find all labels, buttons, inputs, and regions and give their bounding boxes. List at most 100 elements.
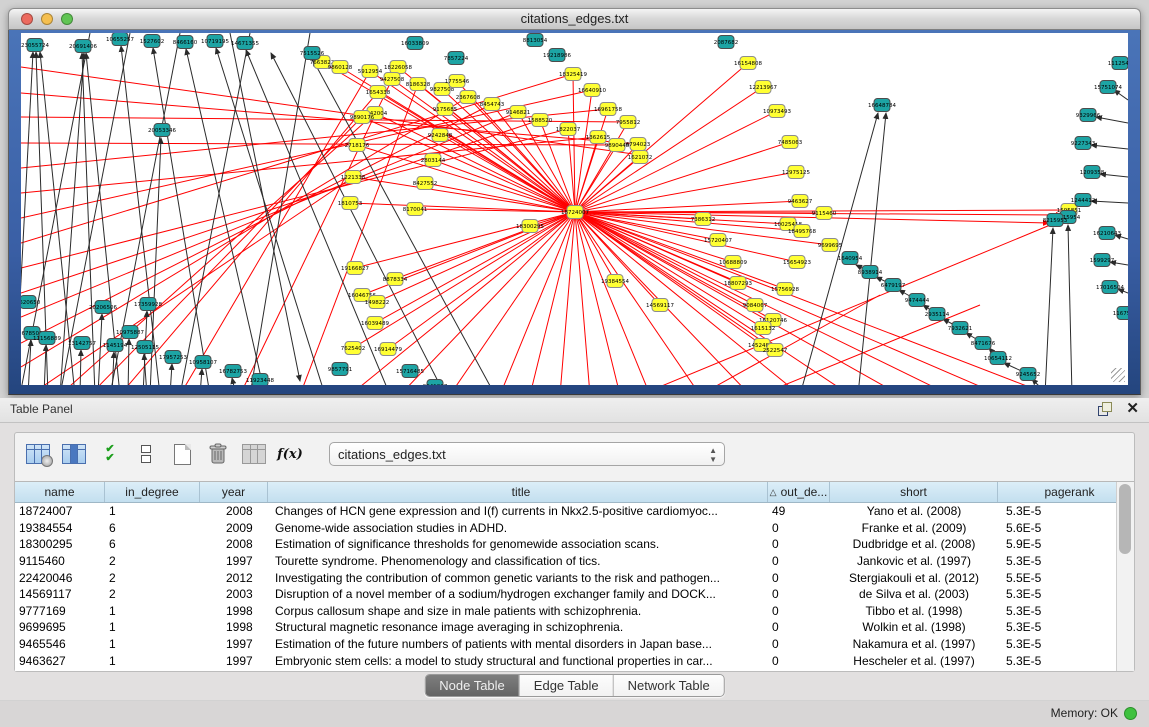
- table-row[interactable]: 946554611997Estimation of the future num…: [15, 636, 1134, 653]
- graph-node[interactable]: 8813054: [523, 34, 548, 47]
- graph-edge[interactable]: [180, 33, 250, 385]
- graph-node[interactable]: 17016504: [1096, 281, 1124, 294]
- graph-node[interactable]: 16648784: [868, 99, 896, 112]
- graph-node[interactable]: 10655257: [106, 33, 134, 46]
- graph-node[interactable]: 5912954: [358, 65, 383, 78]
- table-column-icon[interactable]: [61, 441, 87, 467]
- tab-node-table[interactable]: Node Table: [425, 675, 519, 696]
- graph-node[interactable]: 7857224: [444, 52, 469, 65]
- table-row[interactable]: 1938455462009Genome-wide association stu…: [15, 520, 1134, 537]
- graph-node[interactable]: 8186328: [406, 78, 431, 91]
- graph-edge[interactable]: [377, 212, 575, 302]
- graph-node[interactable]: 10975887: [116, 326, 144, 339]
- graph-node[interactable]: 18325419: [559, 68, 587, 81]
- graph-node[interactable]: 17957253: [159, 351, 187, 364]
- graph-node[interactable]: 9227343: [1071, 137, 1096, 150]
- graph-edge[interactable]: [170, 364, 172, 385]
- table-row[interactable]: 969969511998Structural magnetic resonanc…: [15, 619, 1134, 636]
- graph-edge[interactable]: [250, 33, 310, 385]
- graph-edge[interactable]: [98, 314, 102, 385]
- table-scrollbar[interactable]: [1116, 482, 1134, 671]
- graph-node[interactable]: 16039489: [361, 317, 389, 330]
- column-header-pagerank[interactable]: pagerank: [998, 482, 1134, 502]
- graph-node[interactable]: 9857791: [328, 363, 353, 376]
- graph-node[interactable]: 15756928: [771, 283, 799, 296]
- graph-node[interactable]: 7485063: [778, 136, 803, 149]
- table-row[interactable]: 946362711997Embryonic stem cells: a mode…: [15, 652, 1134, 669]
- table-select-dropdown[interactable]: citations_edges.txt ▲▼: [329, 442, 725, 466]
- column-header-title[interactable]: title: [268, 482, 768, 502]
- graph-edge[interactable]: [128, 339, 129, 385]
- graph-edge[interactable]: [1091, 145, 1128, 149]
- graph-node[interactable]: 1588520: [528, 114, 553, 127]
- column-header-name[interactable]: name: [15, 482, 105, 502]
- select-rows-icon[interactable]: ✔✔: [97, 441, 123, 467]
- graph-node[interactable]: 2087682: [714, 36, 739, 49]
- table-settings-icon[interactable]: [25, 441, 51, 467]
- graph-node[interactable]: 9641007: [423, 380, 448, 386]
- graph-node[interactable]: 8878334: [383, 273, 408, 286]
- table-row[interactable]: 1830029562008Estimation of significance …: [15, 536, 1134, 553]
- graph-node[interactable]: 2367608: [456, 91, 481, 104]
- graph-node[interactable]: 1112547: [1108, 57, 1128, 70]
- graph-edge[interactable]: [575, 137, 598, 212]
- graph-node[interactable]: 9329966: [1076, 109, 1101, 122]
- graph-node[interactable]: 11923448: [246, 374, 274, 386]
- graph-node[interactable]: 1822037: [556, 123, 581, 136]
- graph-node[interactable]: 1621072: [628, 151, 653, 164]
- graph-edge[interactable]: [1096, 117, 1128, 123]
- graph-edge[interactable]: [313, 60, 495, 385]
- graph-edge[interactable]: [1091, 201, 1128, 203]
- graph-edge[interactable]: [500, 212, 575, 385]
- graph-node[interactable]: 1209358: [1080, 166, 1105, 179]
- graph-edge[interactable]: [232, 378, 236, 385]
- graph-edge[interactable]: [800, 113, 878, 385]
- graph-edge[interactable]: [392, 79, 575, 212]
- graph-edge[interactable]: [271, 53, 445, 385]
- graph-node[interactable]: 7625402: [341, 342, 366, 355]
- graph-node[interactable]: 12213967: [749, 81, 777, 94]
- graph-node[interactable]: 2803144: [421, 154, 446, 167]
- graph-node[interactable]: 10654112: [984, 352, 1012, 365]
- graph-node[interactable]: 9245652: [1016, 368, 1041, 381]
- row-height-icon[interactable]: [133, 441, 159, 467]
- graph-node[interactable]: 6794023: [626, 138, 651, 151]
- tab-edge-table[interactable]: Edge Table: [519, 675, 613, 696]
- graph-node[interactable]: 12975125: [782, 166, 810, 179]
- graph-node[interactable]: 14671355: [231, 37, 259, 50]
- graph-node[interactable]: 13142757: [68, 337, 96, 350]
- network-canvas[interactable]: 7663822986012859129541654338234200498901…: [21, 33, 1128, 385]
- graph-edge[interactable]: [440, 135, 575, 212]
- graph-edge[interactable]: [21, 137, 598, 193]
- window-titlebar[interactable]: citations_edges.txt: [8, 8, 1141, 30]
- column-header-year[interactable]: year: [200, 482, 268, 502]
- graph-node[interactable]: 15720407: [704, 234, 732, 247]
- graph-node[interactable]: 1167534: [1113, 307, 1128, 320]
- float-panel-icon[interactable]: [1098, 402, 1112, 416]
- function-builder-icon[interactable]: f(x): [277, 441, 303, 467]
- graph-node[interactable]: 16033809: [401, 37, 429, 50]
- graph-node[interactable]: 1810753: [338, 197, 363, 210]
- graph-node[interactable]: 16640910: [578, 84, 606, 97]
- column-header-indegree[interactable]: in_degree: [105, 482, 200, 502]
- graph-node[interactable]: 9699695: [818, 239, 843, 252]
- graph-node[interactable]: 1145194: [103, 339, 128, 352]
- graph-node[interactable]: 1640954: [838, 252, 863, 265]
- graph-edge[interactable]: [575, 212, 950, 385]
- table-row[interactable]: 977716911998Corpus callosum shape and si…: [15, 603, 1134, 620]
- graph-node[interactable]: 15654923: [783, 256, 811, 269]
- column-header-short[interactable]: short: [830, 482, 998, 502]
- graph-edge[interactable]: [362, 117, 575, 212]
- graph-node[interactable]: 20691406: [69, 40, 97, 53]
- new-table-icon[interactable]: [169, 441, 195, 467]
- graph-edge[interactable]: [350, 203, 575, 212]
- graph-node[interactable]: 14569117: [646, 299, 674, 312]
- graph-edge[interactable]: [575, 212, 800, 385]
- graph-node[interactable]: 19218986: [543, 49, 571, 62]
- graph-edge[interactable]: [575, 212, 1000, 385]
- graph-edge[interactable]: [82, 53, 95, 385]
- graph-edge[interactable]: [415, 209, 575, 212]
- graph-edge[interactable]: [575, 212, 590, 385]
- tab-network-table[interactable]: Network Table: [613, 675, 724, 696]
- delete-table-icon[interactable]: [205, 441, 231, 467]
